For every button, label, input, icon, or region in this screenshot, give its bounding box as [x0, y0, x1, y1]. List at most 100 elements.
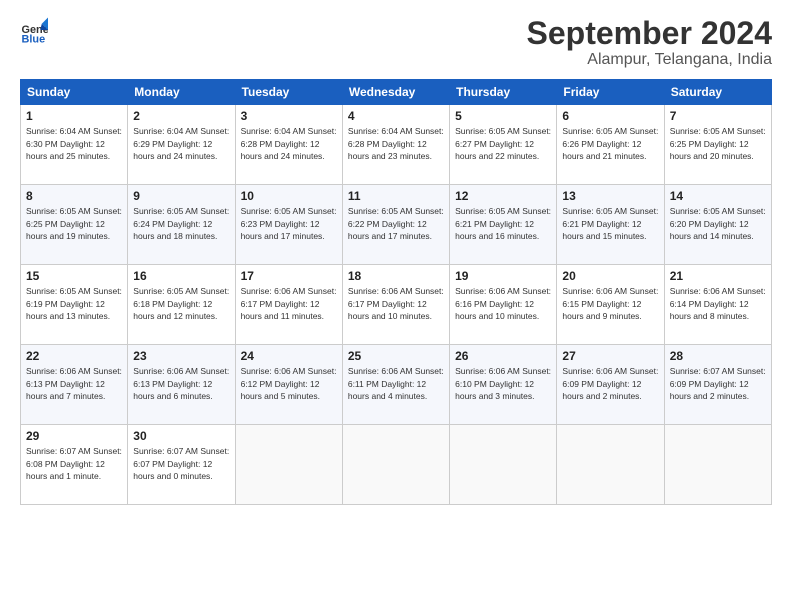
logo-icon: General Blue — [20, 16, 48, 44]
table-cell — [664, 425, 771, 505]
table-row: 29 Sunrise: 6:07 AM Sunset: 6:08 PM Dayli… — [21, 425, 772, 505]
table-cell — [235, 425, 342, 505]
table-cell — [342, 425, 449, 505]
day-info: Sunrise: 6:06 AM Sunset: 6:17 PM Dayligh… — [241, 285, 337, 322]
day-number: 23 — [133, 349, 229, 363]
table-cell — [450, 425, 557, 505]
day-info: Sunrise: 6:05 AM Sunset: 6:25 PM Dayligh… — [26, 205, 122, 242]
day-number: 2 — [133, 109, 229, 123]
day-info: Sunrise: 6:06 AM Sunset: 6:09 PM Dayligh… — [562, 365, 658, 402]
day-number: 10 — [241, 189, 337, 203]
day-info: Sunrise: 6:06 AM Sunset: 6:17 PM Dayligh… — [348, 285, 444, 322]
day-number: 24 — [241, 349, 337, 363]
table-cell: 12Sunrise: 6:05 AM Sunset: 6:21 PM Dayli… — [450, 185, 557, 265]
table-cell: 7Sunrise: 6:05 AM Sunset: 6:25 PM Daylig… — [664, 105, 771, 185]
calendar-table: Sunday Monday Tuesday Wednesday Thursday… — [20, 79, 772, 505]
table-row: 22 Sunrise: 6:06 AM Sunset: 6:13 PM Dayli… — [21, 345, 772, 425]
col-friday: Friday — [557, 80, 664, 105]
day-info: Sunrise: 6:05 AM Sunset: 6:19 PM Dayligh… — [26, 285, 122, 322]
day-info: Sunrise: 6:05 AM Sunset: 6:27 PM Dayligh… — [455, 125, 551, 162]
day-number: 13 — [562, 189, 658, 203]
day-number: 6 — [562, 109, 658, 123]
day-number: 22 — [26, 349, 122, 363]
calendar-page: General Blue September 2024 Alampur, Tel… — [0, 0, 792, 612]
col-wednesday: Wednesday — [342, 80, 449, 105]
table-row: 1Sunrise: 6:04 AM Sunset: 6:30 PM Daylig… — [21, 105, 772, 185]
table-cell: 20 Sunrise: 6:06 AM Sunset: 6:15 PM Dayli… — [557, 265, 664, 345]
logo: General Blue — [20, 16, 48, 44]
col-thursday: Thursday — [450, 80, 557, 105]
location-title: Alampur, Telangana, India — [527, 51, 772, 69]
day-number: 26 — [455, 349, 551, 363]
day-info: Sunrise: 6:05 AM Sunset: 6:22 PM Dayligh… — [348, 205, 444, 242]
table-cell: 2 Sunrise: 6:04 AM Sunset: 6:29 PM Daylig… — [128, 105, 235, 185]
table-cell: 16Sunrise: 6:05 AM Sunset: 6:18 PM Dayli… — [128, 265, 235, 345]
col-sunday: Sunday — [21, 80, 128, 105]
col-saturday: Saturday — [664, 80, 771, 105]
table-cell: 25Sunrise: 6:06 AM Sunset: 6:11 PM Dayli… — [342, 345, 449, 425]
day-info: Sunrise: 6:06 AM Sunset: 6:14 PM Dayligh… — [670, 285, 766, 322]
table-cell: 29 Sunrise: 6:07 AM Sunset: 6:08 PM Dayli… — [21, 425, 128, 505]
day-info: Sunrise: 6:06 AM Sunset: 6:15 PM Dayligh… — [562, 285, 658, 322]
day-number: 9 — [133, 189, 229, 203]
table-cell: 15 Sunrise: 6:05 AM Sunset: 6:19 PM Dayli… — [21, 265, 128, 345]
day-number: 3 — [241, 109, 337, 123]
table-row: 15 Sunrise: 6:05 AM Sunset: 6:19 PM Dayli… — [21, 265, 772, 345]
day-number: 7 — [670, 109, 766, 123]
col-tuesday: Tuesday — [235, 80, 342, 105]
svg-text:Blue: Blue — [22, 33, 46, 44]
table-cell: 19Sunrise: 6:06 AM Sunset: 6:16 PM Dayli… — [450, 265, 557, 345]
day-info: Sunrise: 6:05 AM Sunset: 6:24 PM Dayligh… — [133, 205, 229, 242]
month-title: September 2024 — [527, 16, 772, 51]
col-monday: Monday — [128, 80, 235, 105]
day-number: 17 — [241, 269, 337, 283]
day-info: Sunrise: 6:06 AM Sunset: 6:12 PM Dayligh… — [241, 365, 337, 402]
table-cell: 23Sunrise: 6:06 AM Sunset: 6:13 PM Dayli… — [128, 345, 235, 425]
day-info: Sunrise: 6:07 AM Sunset: 6:08 PM Dayligh… — [26, 445, 122, 482]
table-cell: 3 Sunrise: 6:04 AM Sunset: 6:28 PM Daylig… — [235, 105, 342, 185]
table-cell: 22 Sunrise: 6:06 AM Sunset: 6:13 PM Dayli… — [21, 345, 128, 425]
day-info: Sunrise: 6:05 AM Sunset: 6:21 PM Dayligh… — [562, 205, 658, 242]
day-number: 19 — [455, 269, 551, 283]
day-info: Sunrise: 6:04 AM Sunset: 6:29 PM Dayligh… — [133, 125, 229, 162]
day-info: Sunrise: 6:06 AM Sunset: 6:10 PM Dayligh… — [455, 365, 551, 402]
table-cell: 4Sunrise: 6:04 AM Sunset: 6:28 PM Daylig… — [342, 105, 449, 185]
day-number: 28 — [670, 349, 766, 363]
day-number: 27 — [562, 349, 658, 363]
table-cell: 27 Sunrise: 6:06 AM Sunset: 6:09 PM Dayli… — [557, 345, 664, 425]
table-cell: 18 Sunrise: 6:06 AM Sunset: 6:17 PM Dayli… — [342, 265, 449, 345]
day-number: 4 — [348, 109, 444, 123]
table-row: 8Sunrise: 6:05 AM Sunset: 6:25 PM Daylig… — [21, 185, 772, 265]
table-cell: 11 Sunrise: 6:05 AM Sunset: 6:22 PM Dayli… — [342, 185, 449, 265]
day-info: Sunrise: 6:05 AM Sunset: 6:20 PM Dayligh… — [670, 205, 766, 242]
table-cell: 30Sunrise: 6:07 AM Sunset: 6:07 PM Dayli… — [128, 425, 235, 505]
header-row: Sunday Monday Tuesday Wednesday Thursday… — [21, 80, 772, 105]
table-cell: 5 Sunrise: 6:05 AM Sunset: 6:27 PM Daylig… — [450, 105, 557, 185]
day-number: 20 — [562, 269, 658, 283]
day-info: Sunrise: 6:04 AM Sunset: 6:28 PM Dayligh… — [241, 125, 337, 162]
day-number: 1 — [26, 109, 122, 123]
day-info: Sunrise: 6:05 AM Sunset: 6:26 PM Dayligh… — [562, 125, 658, 162]
day-number: 12 — [455, 189, 551, 203]
day-info: Sunrise: 6:06 AM Sunset: 6:11 PM Dayligh… — [348, 365, 444, 402]
day-info: Sunrise: 6:07 AM Sunset: 6:09 PM Dayligh… — [670, 365, 766, 402]
day-number: 30 — [133, 429, 229, 443]
day-number: 11 — [348, 189, 444, 203]
table-cell: 6 Sunrise: 6:05 AM Sunset: 6:26 PM Daylig… — [557, 105, 664, 185]
day-number: 5 — [455, 109, 551, 123]
table-cell — [557, 425, 664, 505]
table-cell: 8Sunrise: 6:05 AM Sunset: 6:25 PM Daylig… — [21, 185, 128, 265]
table-cell: 1Sunrise: 6:04 AM Sunset: 6:30 PM Daylig… — [21, 105, 128, 185]
table-cell: 28 Sunrise: 6:07 AM Sunset: 6:09 PM Dayli… — [664, 345, 771, 425]
day-number: 18 — [348, 269, 444, 283]
table-cell: 10Sunrise: 6:05 AM Sunset: 6:23 PM Dayli… — [235, 185, 342, 265]
title-block: September 2024 Alampur, Telangana, India — [527, 16, 772, 69]
table-cell: 24 Sunrise: 6:06 AM Sunset: 6:12 PM Dayli… — [235, 345, 342, 425]
day-number: 15 — [26, 269, 122, 283]
table-cell: 26 Sunrise: 6:06 AM Sunset: 6:10 PM Dayli… — [450, 345, 557, 425]
table-cell: 13 Sunrise: 6:05 AM Sunset: 6:21 PM Dayli… — [557, 185, 664, 265]
day-number: 29 — [26, 429, 122, 443]
day-info: Sunrise: 6:06 AM Sunset: 6:13 PM Dayligh… — [26, 365, 122, 402]
page-header: General Blue September 2024 Alampur, Tel… — [20, 16, 772, 69]
table-cell: 9 Sunrise: 6:05 AM Sunset: 6:24 PM Daylig… — [128, 185, 235, 265]
